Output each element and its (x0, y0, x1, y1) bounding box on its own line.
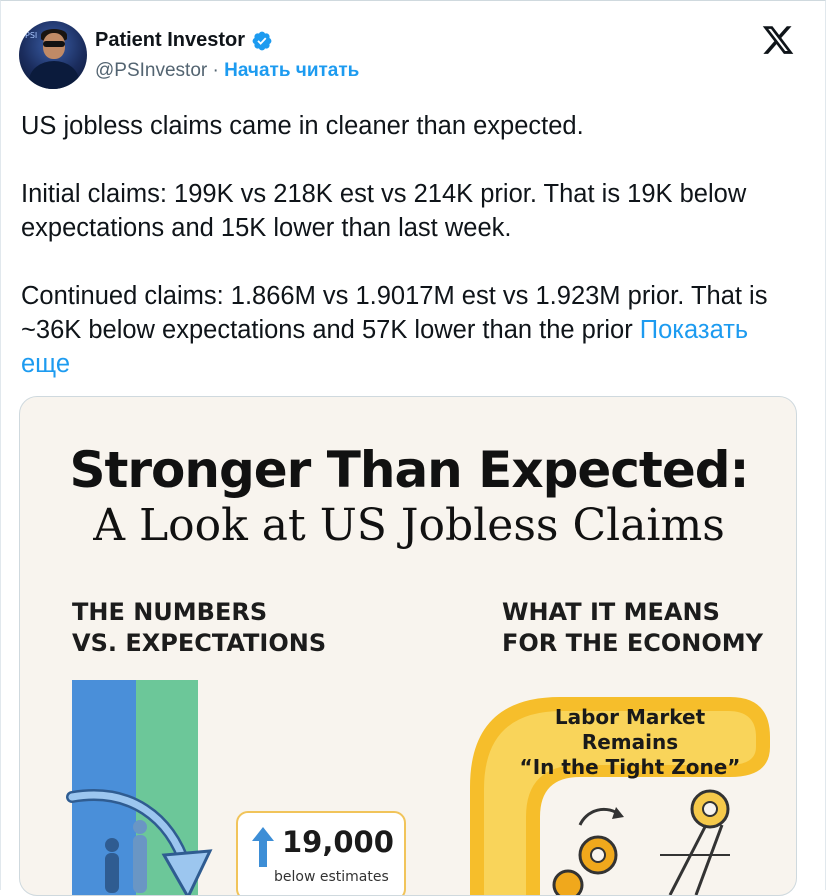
infographic-subtitle: A Look at US Jobless Claims (93, 500, 725, 551)
author-handle[interactable]: @PSInvestor (95, 60, 207, 81)
tweet-media[interactable]: Stronger Than Expected: A Look at US Job… (19, 396, 797, 896)
tweet-header: PSI Patient Investor @PSInvestor · Начат… (19, 21, 809, 91)
stat-value: 19,000 (282, 825, 394, 859)
handle-separator: · (212, 60, 219, 81)
author-name-line: Patient Investor (95, 29, 273, 52)
stat-callout: 19,000 below estimates (236, 811, 406, 895)
infographic-image: Stronger Than Expected: A Look at US Job… (20, 397, 796, 895)
up-arrow-icon (252, 827, 274, 867)
gears-icon (552, 789, 730, 895)
tweet-card: PSI Patient Investor @PSInvestor · Начат… (0, 0, 826, 896)
x-logo-icon[interactable] (761, 23, 795, 57)
tweet-text: US jobless claims came in cleaner than e… (21, 109, 801, 381)
stat-label: below estimates (274, 869, 389, 885)
labor-market-label: Labor Market Remains “In the Tight Zone” (519, 705, 741, 779)
tweet-body: US jobless claims came in cleaner than e… (21, 112, 768, 344)
author-handle-line: @PSInvestor · Начать читать (95, 60, 359, 82)
verified-badge-icon (252, 31, 272, 50)
author-name[interactable]: Patient Investor (95, 29, 245, 52)
avatar-body (29, 61, 79, 89)
avatar[interactable]: PSI (19, 21, 87, 89)
infographic-title: Stronger Than Expected: (69, 441, 749, 499)
economy-heading: WHAT IT MEANS FOR THE ECONOMY (502, 598, 763, 657)
follow-button[interactable]: Начать читать (224, 60, 359, 81)
numbers-heading: THE NUMBERS VS. EXPECTATIONS (72, 598, 327, 657)
avatar-tag: PSI (25, 31, 38, 40)
avatar-glasses (43, 41, 65, 47)
downward-arrow-icon (66, 789, 213, 895)
